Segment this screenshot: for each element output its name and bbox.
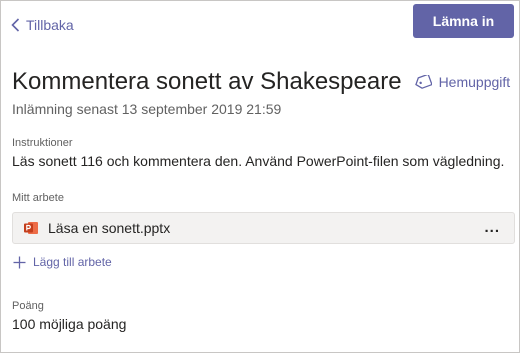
- file-name: Läsa en sonett.pptx: [48, 220, 171, 236]
- points-value: 100 möjliga poäng: [12, 316, 127, 332]
- points-label: Poäng: [12, 300, 44, 312]
- tag-icon: [414, 75, 432, 89]
- instructions-text: Läs sonett 116 och kommentera den. Använ…: [12, 153, 505, 169]
- category-tag[interactable]: Hemuppgift: [414, 74, 511, 90]
- title-row: Kommentera sonett av Shakespeare Hemuppg…: [12, 68, 510, 96]
- add-work-label: Lägg till arbete: [33, 255, 112, 269]
- assignment-panel: [0, 0, 520, 353]
- instructions-label: Instruktioner: [12, 137, 73, 149]
- back-link[interactable]: Tillbaka: [11, 17, 74, 33]
- category-label: Hemuppgift: [438, 74, 511, 90]
- plus-icon: [13, 256, 26, 268]
- deadline-text: Inlämning senast 13 september 2019 21:59: [12, 101, 282, 117]
- file-attachment[interactable]: Läsa en sonett.pptx ...: [12, 212, 515, 244]
- chevron-left-icon: [11, 18, 20, 32]
- back-label: Tillbaka: [26, 17, 74, 33]
- more-options-icon[interactable]: ...: [484, 220, 500, 236]
- my-work-label: Mitt arbete: [12, 192, 64, 204]
- add-work-button[interactable]: Lägg till arbete: [13, 255, 112, 269]
- submit-button[interactable]: Lämna in: [413, 4, 514, 38]
- powerpoint-icon: [23, 220, 39, 236]
- page-title: Kommentera sonett av Shakespeare: [12, 68, 402, 95]
